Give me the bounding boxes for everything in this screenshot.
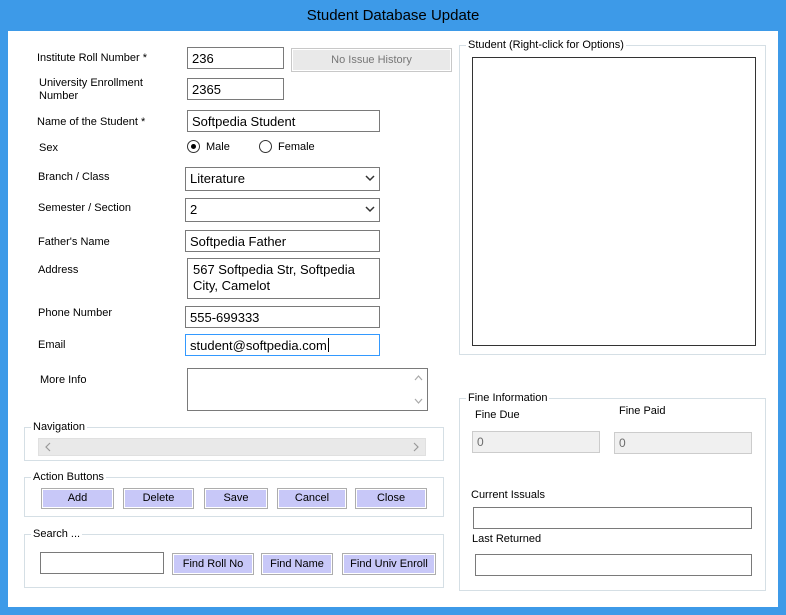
branch-selected-value: Literature bbox=[190, 171, 245, 186]
fine-due-label: Fine Due bbox=[475, 409, 520, 421]
email-input[interactable]: student@softpedia.com bbox=[185, 334, 380, 356]
branch-select[interactable]: Literature bbox=[185, 167, 380, 191]
last-returned-input[interactable] bbox=[475, 554, 752, 576]
search-caption: Search ... bbox=[31, 527, 83, 541]
phone-label: Phone Number bbox=[38, 307, 112, 319]
sex-male-radio[interactable] bbox=[187, 140, 200, 153]
roll-number-label: Institute Roll Number * bbox=[37, 52, 148, 64]
more-info-textarea[interactable] bbox=[187, 368, 428, 411]
current-issuals-label: Current Issuals bbox=[471, 489, 545, 501]
scroll-up-icon[interactable] bbox=[411, 372, 426, 384]
enrollment-label: University Enrollment Number bbox=[39, 77, 143, 102]
chevron-down-icon bbox=[365, 206, 375, 213]
sex-female-radio[interactable] bbox=[259, 140, 272, 153]
address-textarea[interactable]: 567 Softpedia Str, Softpedia City, Camel… bbox=[187, 258, 380, 299]
text-caret bbox=[327, 338, 329, 352]
sex-male-label[interactable]: Male bbox=[206, 141, 230, 154]
chevron-down-icon bbox=[365, 175, 375, 182]
address-label: Address bbox=[38, 264, 79, 276]
issue-history-button[interactable]: No Issue History bbox=[291, 48, 452, 72]
more-info-label: More Info bbox=[40, 374, 87, 386]
fine-paid-input[interactable]: 0 bbox=[614, 432, 752, 454]
student-name-label: Name of the Student * bbox=[37, 116, 146, 128]
find-name-button[interactable]: Find Name bbox=[261, 553, 333, 575]
semester-label: Semester / Section bbox=[38, 202, 131, 214]
student-list-box[interactable] bbox=[472, 57, 756, 346]
cancel-button[interactable]: Cancel bbox=[277, 488, 347, 509]
current-issuals-input[interactable] bbox=[473, 507, 752, 529]
email-label: Email bbox=[38, 339, 66, 351]
sex-female-label[interactable]: Female bbox=[278, 141, 315, 154]
chevron-right-icon[interactable] bbox=[409, 439, 423, 455]
semester-select[interactable]: 2 bbox=[185, 198, 380, 222]
close-button[interactable]: Close bbox=[355, 488, 427, 509]
chevron-left-icon[interactable] bbox=[41, 439, 55, 455]
email-value: student@softpedia.com bbox=[190, 338, 327, 353]
fine-info-caption: Fine Information bbox=[466, 391, 550, 405]
father-name-input[interactable]: Softpedia Father bbox=[185, 230, 380, 252]
window-title: Student Database Update bbox=[0, 0, 786, 31]
father-name-label: Father's Name bbox=[38, 236, 110, 248]
radio-selected-dot bbox=[191, 144, 196, 149]
delete-button[interactable]: Delete bbox=[123, 488, 194, 509]
enrollment-input[interactable]: 2365 bbox=[187, 78, 284, 100]
last-returned-label: Last Returned bbox=[472, 533, 542, 545]
search-input[interactable] bbox=[40, 552, 164, 574]
scroll-down-icon[interactable] bbox=[411, 395, 426, 407]
roll-number-input[interactable]: 236 bbox=[187, 47, 284, 69]
navigation-scrollbar[interactable] bbox=[38, 438, 426, 456]
semester-selected-value: 2 bbox=[190, 202, 198, 217]
student-list-caption: Student (Right-click for Options) bbox=[466, 38, 626, 52]
navigation-caption: Navigation bbox=[31, 420, 87, 434]
fine-due-input[interactable]: 0 bbox=[472, 431, 600, 453]
phone-input[interactable]: 555-699333 bbox=[185, 306, 380, 328]
student-name-input[interactable]: Softpedia Student bbox=[187, 110, 380, 132]
add-button[interactable]: Add bbox=[41, 488, 114, 509]
save-button[interactable]: Save bbox=[204, 488, 268, 509]
find-univ-enroll-button[interactable]: Find Univ Enroll bbox=[342, 553, 436, 575]
branch-label: Branch / Class bbox=[38, 171, 110, 183]
sex-label: Sex bbox=[39, 142, 58, 154]
more-info-scrollbar[interactable] bbox=[411, 370, 426, 409]
action-buttons-caption: Action Buttons bbox=[31, 470, 106, 484]
form-client-area: Institute Roll Number * 236 No Issue His… bbox=[8, 31, 778, 607]
find-roll-button[interactable]: Find Roll No bbox=[172, 553, 254, 575]
fine-paid-label: Fine Paid bbox=[619, 405, 666, 417]
